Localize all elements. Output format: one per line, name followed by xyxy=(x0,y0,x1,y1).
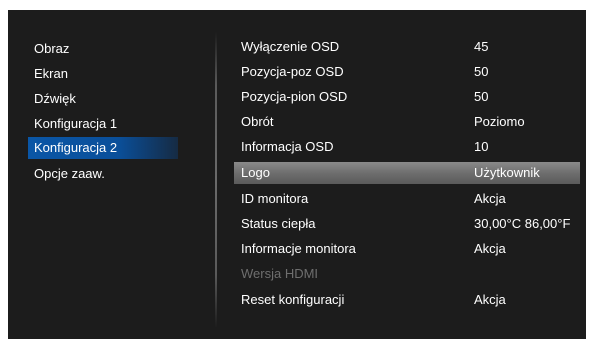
setting-value: 45 xyxy=(474,39,489,54)
setting-value: 10 xyxy=(474,139,489,154)
setting-value: Akcja xyxy=(474,241,506,256)
main-menu: Obraz Ekran Dźwięk Konfiguracja 1 Konfig… xyxy=(8,10,213,339)
menu-item-ekran[interactable]: Ekran xyxy=(28,63,178,85)
setting-label: Informacja OSD xyxy=(241,139,334,154)
setting-row-informacje-monitora[interactable]: Informacje monitora Akcja xyxy=(234,238,580,260)
setting-label: Status ciepła xyxy=(241,216,316,231)
setting-value: 30,00°C 86,00°F xyxy=(474,216,571,231)
menu-item-opcje-zaaw[interactable]: Opcje zaaw. xyxy=(28,163,178,185)
osd-menu: Obraz Ekran Dźwięk Konfiguracja 1 Konfig… xyxy=(8,10,586,339)
setting-label: Obrót xyxy=(241,114,274,129)
setting-label: Wyłączenie OSD xyxy=(241,39,340,54)
setting-value: Użytkownik xyxy=(474,165,540,180)
setting-label: Wersja HDMI xyxy=(241,266,319,281)
setting-label: Pozycja-poz OSD xyxy=(241,64,344,79)
setting-row-pozycja-pion-osd[interactable]: Pozycja-pion OSD 50 xyxy=(234,86,580,108)
menu-item-dzwiek[interactable]: Dźwięk xyxy=(28,88,178,110)
setting-row-wylaczenie-osd[interactable]: Wyłączenie OSD 45 xyxy=(234,36,580,58)
setting-row-id-monitora[interactable]: ID monitora Akcja xyxy=(234,188,580,210)
setting-row-pozycja-poz-osd[interactable]: Pozycja-poz OSD 50 xyxy=(234,61,580,83)
setting-label: Pozycja-pion OSD xyxy=(241,89,348,104)
menu-item-obraz[interactable]: Obraz xyxy=(28,38,178,60)
setting-value: Akcja xyxy=(474,191,506,206)
setting-label: Logo xyxy=(241,165,270,180)
setting-row-informacja-osd[interactable]: Informacja OSD 10 xyxy=(234,136,580,158)
setting-row-wersja-hdmi: Wersja HDMI xyxy=(234,263,580,285)
setting-value: Akcja xyxy=(474,292,506,307)
setting-row-obrot[interactable]: Obrót Poziomo xyxy=(234,111,580,133)
setting-value: Poziomo xyxy=(474,114,525,129)
setting-row-reset-konfiguracji[interactable]: Reset konfiguracji Akcja xyxy=(234,289,580,311)
setting-row-logo[interactable]: Logo Użytkownik xyxy=(234,162,580,184)
setting-label: ID monitora xyxy=(241,191,309,206)
setting-label: Informacje monitora xyxy=(241,241,356,256)
setting-value: 50 xyxy=(474,64,489,79)
menu-item-konfiguracja-2[interactable]: Konfiguracja 2 xyxy=(28,137,178,159)
setting-row-status-ciepla[interactable]: Status ciepła 30,00°C 86,00°F xyxy=(234,213,580,235)
setting-label: Reset konfiguracji xyxy=(241,292,345,307)
menu-item-konfiguracja-1[interactable]: Konfiguracja 1 xyxy=(28,113,178,135)
setting-value: 50 xyxy=(474,89,489,104)
menu-divider xyxy=(215,32,217,328)
